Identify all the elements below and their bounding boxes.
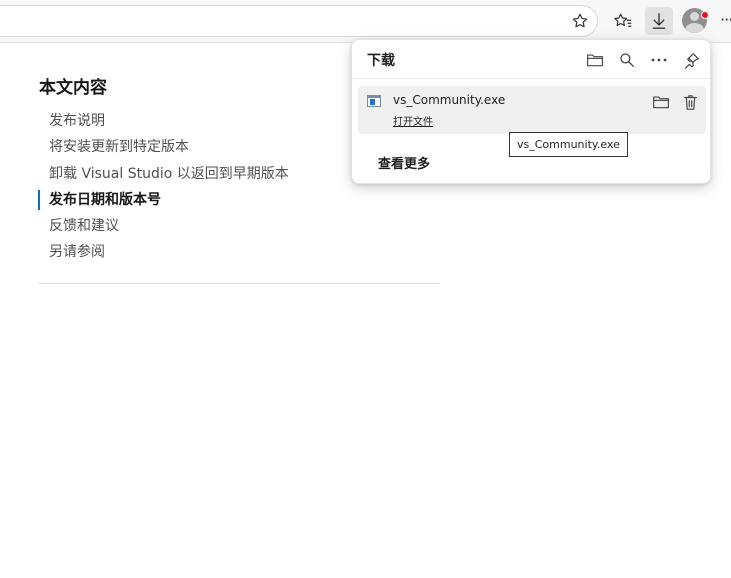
open-folder-icon[interactable] <box>584 49 606 71</box>
show-in-folder-icon[interactable] <box>650 91 672 113</box>
toc-item-feedback[interactable]: 反馈和建议 <box>38 213 440 239</box>
downloads-icon[interactable] <box>645 7 673 35</box>
downloads-flyout: 下载 vs_Community.exe 打开文件 查看更多 <box>351 39 711 184</box>
download-item[interactable]: vs_Community.exe 打开文件 <box>358 86 706 134</box>
favorites-icon[interactable] <box>609 7 637 35</box>
filename-tooltip: vs_Community.exe <box>509 132 628 157</box>
notification-dot <box>701 11 709 19</box>
browser-toolbar: ··· <box>0 0 731 43</box>
file-icon-titlebar <box>368 96 380 98</box>
divider <box>38 283 440 284</box>
see-more-link[interactable]: 查看更多 <box>378 153 430 172</box>
toc-item-see-also[interactable]: 另请参阅 <box>38 239 440 265</box>
download-filename[interactable]: vs_Community.exe <box>393 93 505 107</box>
more-options-icon[interactable]: ··· <box>720 10 731 29</box>
toc-title: 本文内容 <box>39 78 107 98</box>
downloads-title: 下载 <box>367 53 395 69</box>
delete-icon[interactable] <box>679 91 701 113</box>
avatar-body <box>685 23 704 33</box>
pin-icon[interactable] <box>680 49 702 71</box>
more-icon[interactable] <box>648 49 670 71</box>
toc-item-release-dates[interactable]: 发布日期和版本号 <box>38 187 440 213</box>
search-icon[interactable] <box>616 49 638 71</box>
avatar-head <box>690 12 699 21</box>
open-file-link[interactable]: 打开文件 <box>393 113 433 128</box>
address-bar[interactable] <box>0 5 598 37</box>
exe-file-icon <box>367 95 381 107</box>
file-icon-mark <box>370 99 375 105</box>
header-divider <box>352 78 710 79</box>
favorite-star-icon[interactable] <box>566 7 594 35</box>
